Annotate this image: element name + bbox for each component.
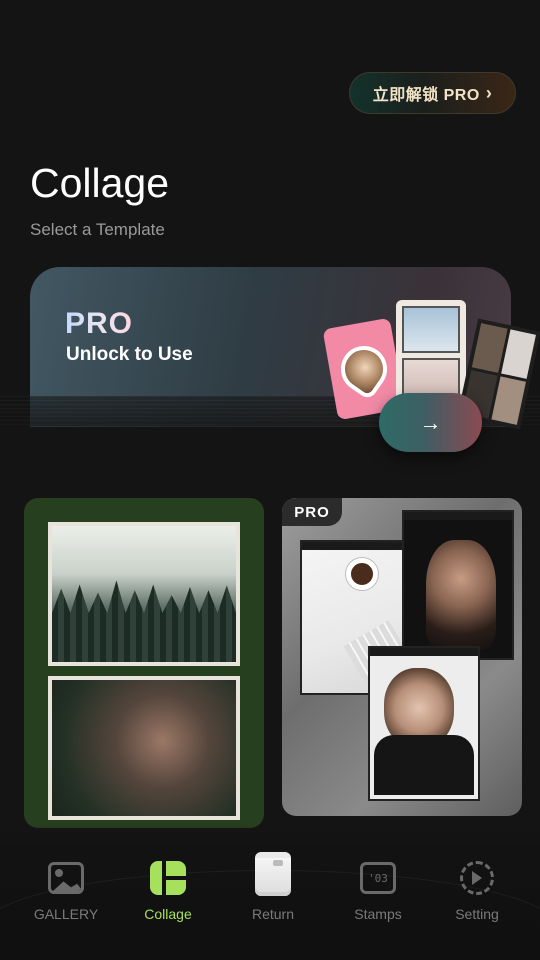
unlock-pro-label: 立即解锁 PRO (372, 87, 480, 104)
page-subtitle: Select a Template (30, 220, 165, 239)
window-photo-portrait-dark (402, 510, 514, 660)
camera-return-icon (255, 852, 291, 896)
nav-label-stamps: Stamps (354, 906, 402, 922)
nav-label-return: Return (251, 906, 295, 922)
nav-label-setting: Setting (455, 906, 499, 922)
window-photo-portrait-light (368, 646, 480, 801)
page-title: Collage (30, 160, 170, 206)
chevron-right-icon: › (485, 82, 493, 103)
collage-icon (150, 861, 188, 895)
nav-item-collage[interactable]: Collage (123, 860, 213, 922)
gear-icon (460, 861, 494, 895)
nav-item-return[interactable]: Return (228, 852, 318, 922)
stamp-icon: '03 (360, 862, 396, 894)
pro-tag: PRO (282, 498, 342, 526)
forest-photo (48, 522, 240, 666)
nav-label-gallery: GALLERY (33, 906, 99, 922)
unlock-to-use-label: Unlock to Use (66, 344, 193, 365)
pro-badge: PRO (65, 307, 134, 340)
arrow-right-icon: → (419, 409, 442, 435)
banner-arrow-button[interactable]: → (379, 393, 482, 452)
nav-label-collage: Collage (144, 906, 192, 922)
template-card-green[interactable] (24, 498, 264, 828)
nav-item-gallery[interactable]: GALLERY (21, 860, 111, 922)
portrait-photo (48, 676, 240, 820)
template-card-pro[interactable]: PRO (282, 498, 522, 816)
gallery-icon (48, 862, 84, 894)
nav-item-stamps[interactable]: '03 Stamps (333, 860, 423, 922)
unlock-pro-button[interactable]: 立即解锁 PRO › (349, 72, 516, 114)
nav-item-setting[interactable]: Setting (432, 860, 522, 922)
